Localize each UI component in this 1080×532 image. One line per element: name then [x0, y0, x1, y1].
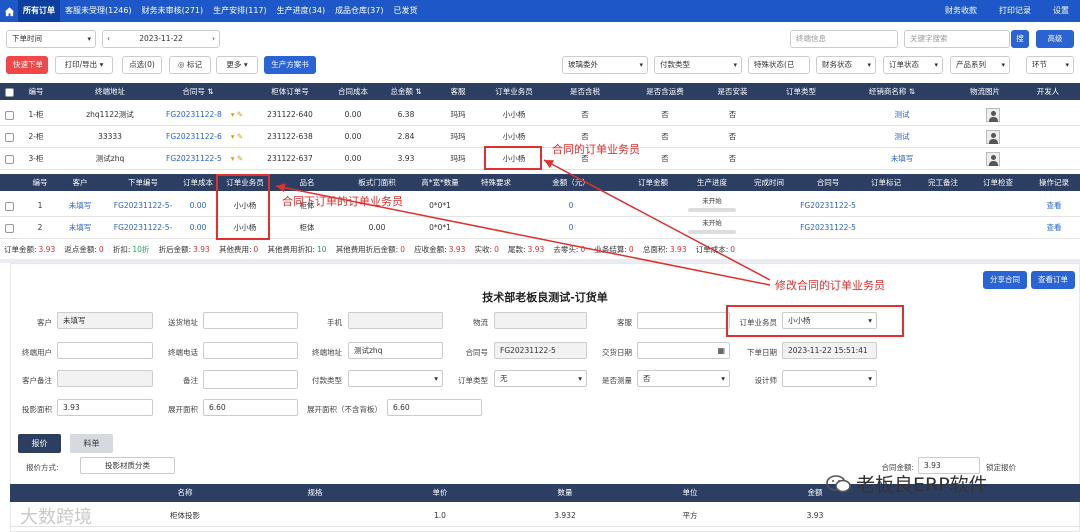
wechat-logo-icon	[826, 474, 852, 494]
annotation-arrows	[275, 159, 771, 286]
watermark-right: 老板良ERP软件	[856, 474, 988, 496]
arrow-to-order-salesman	[275, 183, 771, 286]
watermark-left: 大数跨境	[20, 507, 92, 528]
